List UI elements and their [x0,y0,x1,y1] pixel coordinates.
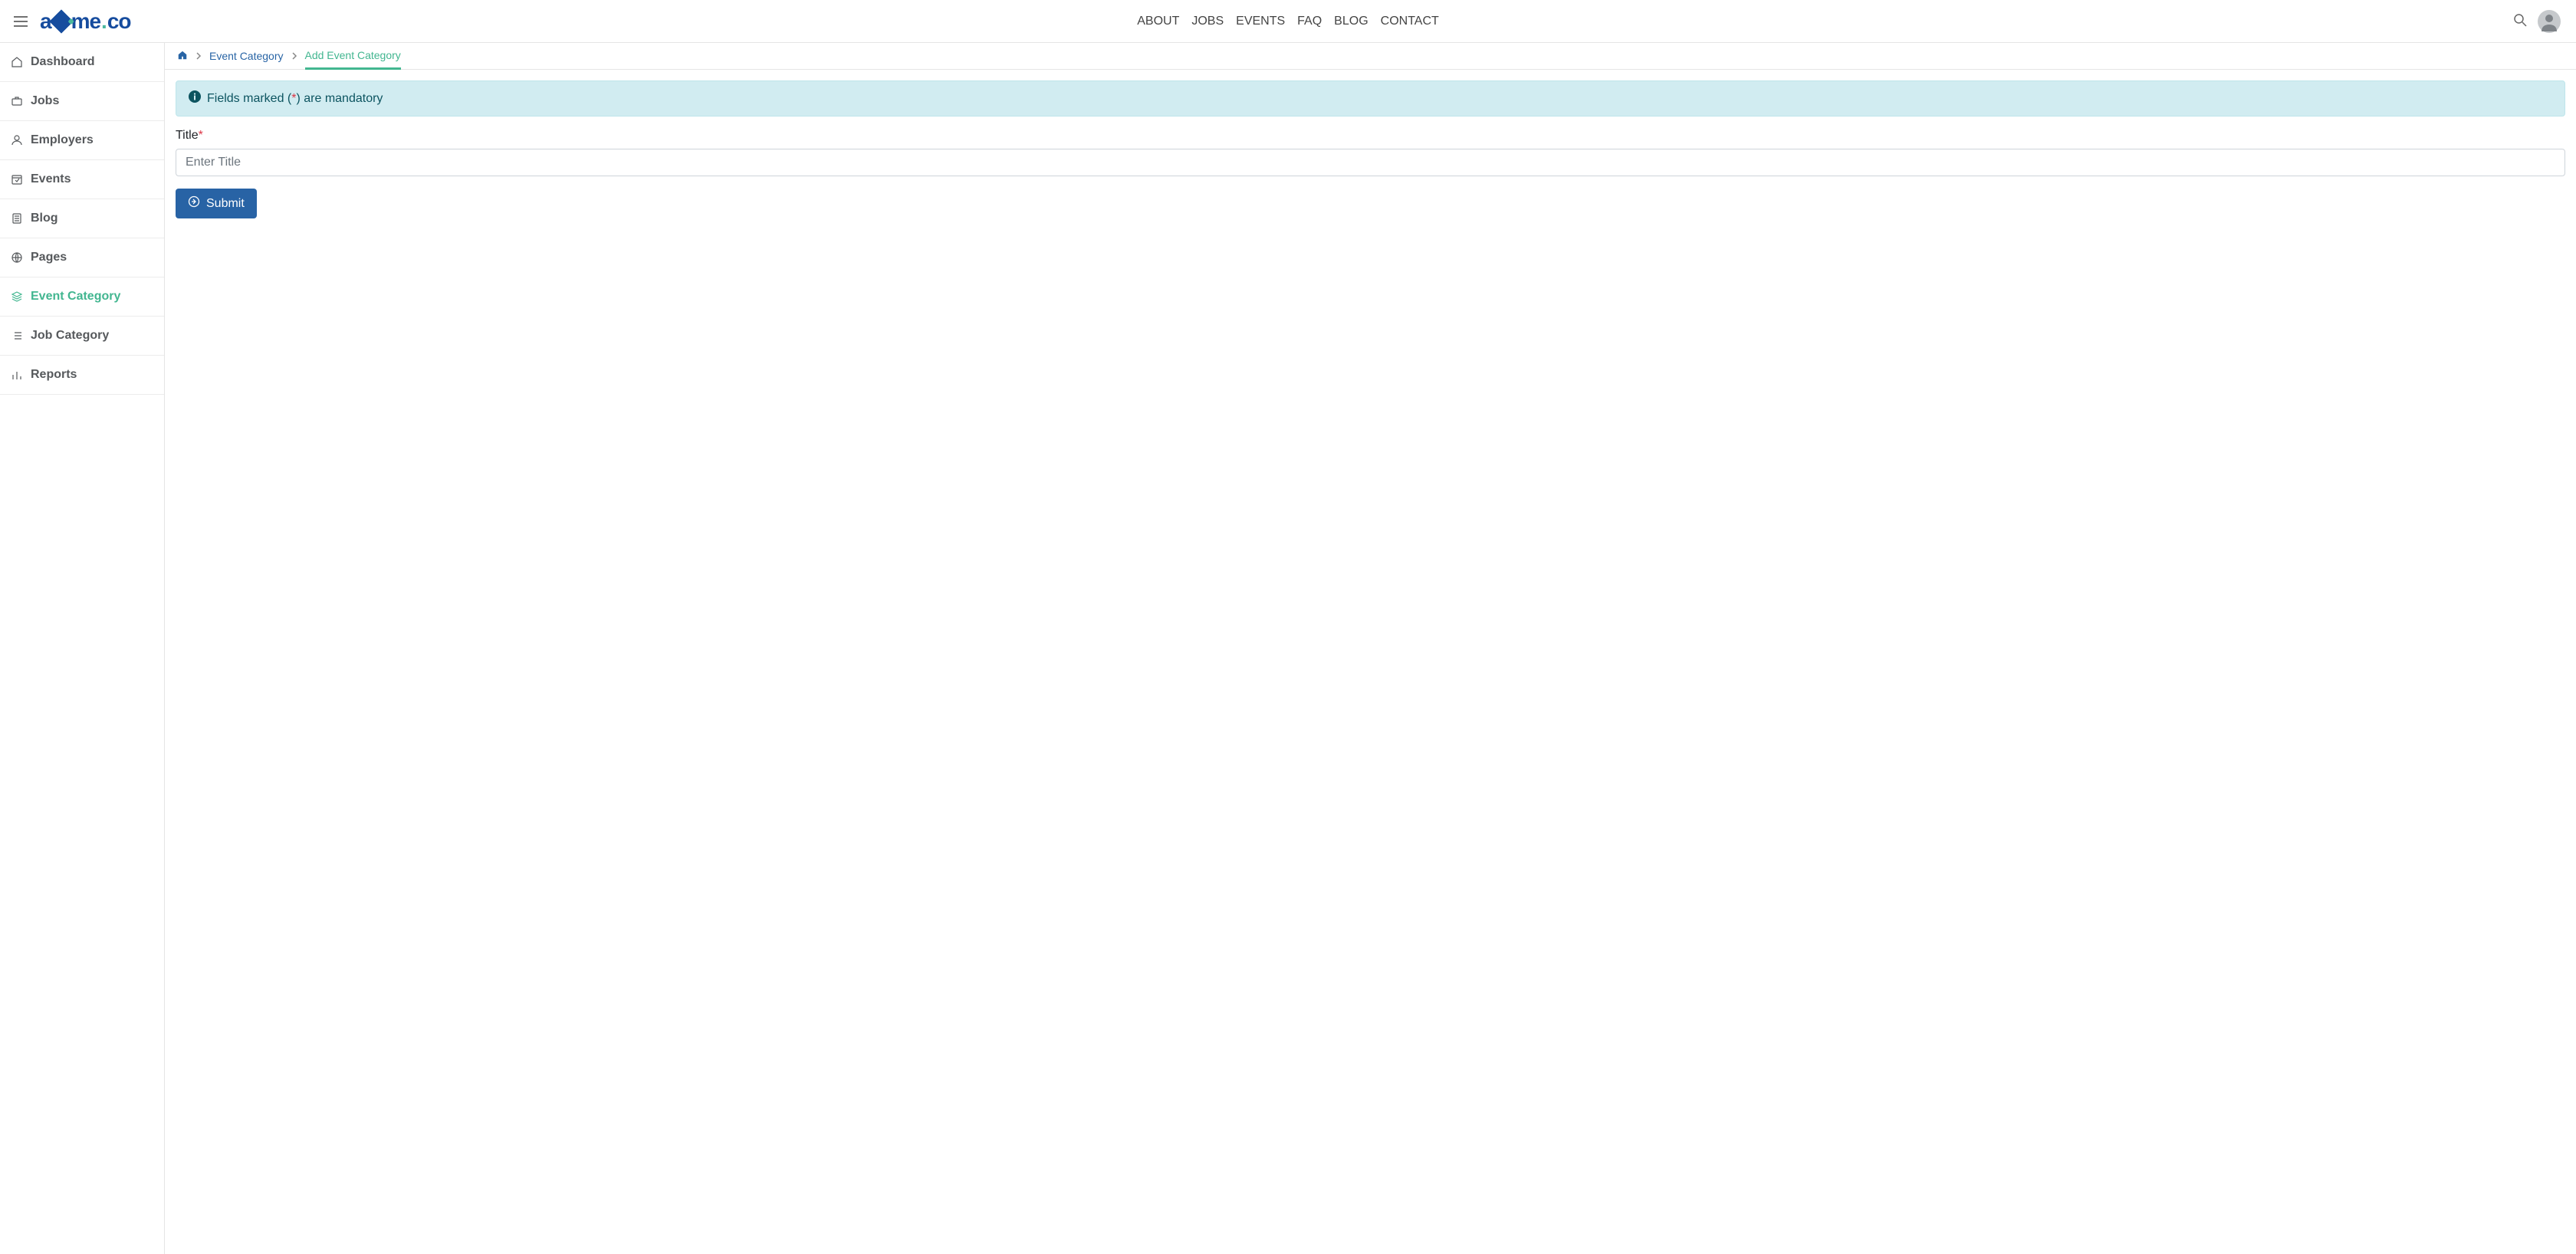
breadcrumb-current: Add Event Category [305,49,401,70]
search-icon [2513,13,2527,27]
sidebar-item-events[interactable]: Events [0,160,164,199]
logo-text-2: me [71,9,100,34]
header-right [2513,10,2561,33]
sidebar-item-employers[interactable]: Employers [0,121,164,160]
chevron-right-icon [291,50,297,62]
sidebar-label: Events [31,172,71,186]
sidebar-label: Job Category [31,329,109,343]
sidebar-label: Blog [31,212,58,225]
sidebar-label: Event Category [31,290,120,304]
sidebar-label: Reports [31,368,77,382]
title-label: Title* [176,129,2565,143]
page-body: Fields marked (*) are mandatory Title* S… [165,70,2576,229]
sidebar-label: Dashboard [31,55,95,69]
nav-faq[interactable]: FAQ [1297,11,1322,31]
sidebar-item-job-category[interactable]: Job Category [0,317,164,356]
top-nav: ABOUT JOBS EVENTS FAQ BLOG CONTACT [1137,11,1439,31]
breadcrumb-home[interactable] [177,50,188,63]
avatar-icon [2538,10,2561,33]
sidebar-item-blog[interactable]: Blog [0,199,164,238]
mandatory-alert: Fields marked (*) are mandatory [176,80,2565,117]
person-icon [11,134,23,146]
main-content: Event Category Add Event Category Fields… [165,43,2576,1254]
logo-dot: . [101,9,107,34]
sidebar-label: Pages [31,251,67,264]
sidebar-item-jobs[interactable]: Jobs [0,82,164,121]
sidebar-item-event-category[interactable]: Event Category [0,277,164,317]
sidebar: Dashboard Jobs Employers Events Blog Pag… [0,43,165,1254]
menu-toggle-button[interactable] [9,10,32,33]
alert-text: Fields marked (*) are mandatory [207,92,383,106]
breadcrumb-parent[interactable]: Event Category [209,50,284,62]
globe-icon [11,251,23,264]
sidebar-label: Jobs [31,94,59,108]
list-icon [11,330,23,342]
chevron-right-icon [196,50,202,62]
book-icon [11,212,23,225]
title-input[interactable] [176,149,2565,176]
nav-contact[interactable]: CONTACT [1381,11,1439,31]
briefcase-icon [11,95,23,107]
layers-icon [11,291,23,303]
logo[interactable]: a me . co [40,9,131,34]
header: a me . co ABOUT JOBS EVENTS FAQ BLOG CON… [0,0,2576,43]
sidebar-label: Employers [31,133,94,147]
logo-text-3: co [107,9,131,34]
nav-events[interactable]: EVENTS [1236,11,1285,31]
nav-jobs[interactable]: JOBS [1191,11,1224,31]
breadcrumb: Event Category Add Event Category [165,43,2576,70]
calendar-icon [11,173,23,185]
nav-about[interactable]: ABOUT [1137,11,1179,31]
submit-button[interactable]: Submit [176,189,257,218]
home-icon [11,56,23,68]
arrow-circle-icon [188,195,200,212]
alert-prefix: Fields marked ( [207,92,291,105]
logo-diamond-icon [49,9,73,33]
chart-icon [11,369,23,381]
home-icon [177,50,188,61]
user-avatar[interactable] [2538,10,2561,33]
nav-blog[interactable]: BLOG [1334,11,1368,31]
sidebar-item-pages[interactable]: Pages [0,238,164,277]
search-button[interactable] [2513,13,2527,29]
required-star: * [199,129,203,142]
sidebar-item-dashboard[interactable]: Dashboard [0,43,164,82]
alert-suffix: ) are mandatory [296,92,383,105]
sidebar-item-reports[interactable]: Reports [0,356,164,395]
submit-label: Submit [206,197,245,211]
info-icon [189,90,201,107]
title-label-text: Title [176,129,199,142]
hamburger-icon [14,16,28,27]
